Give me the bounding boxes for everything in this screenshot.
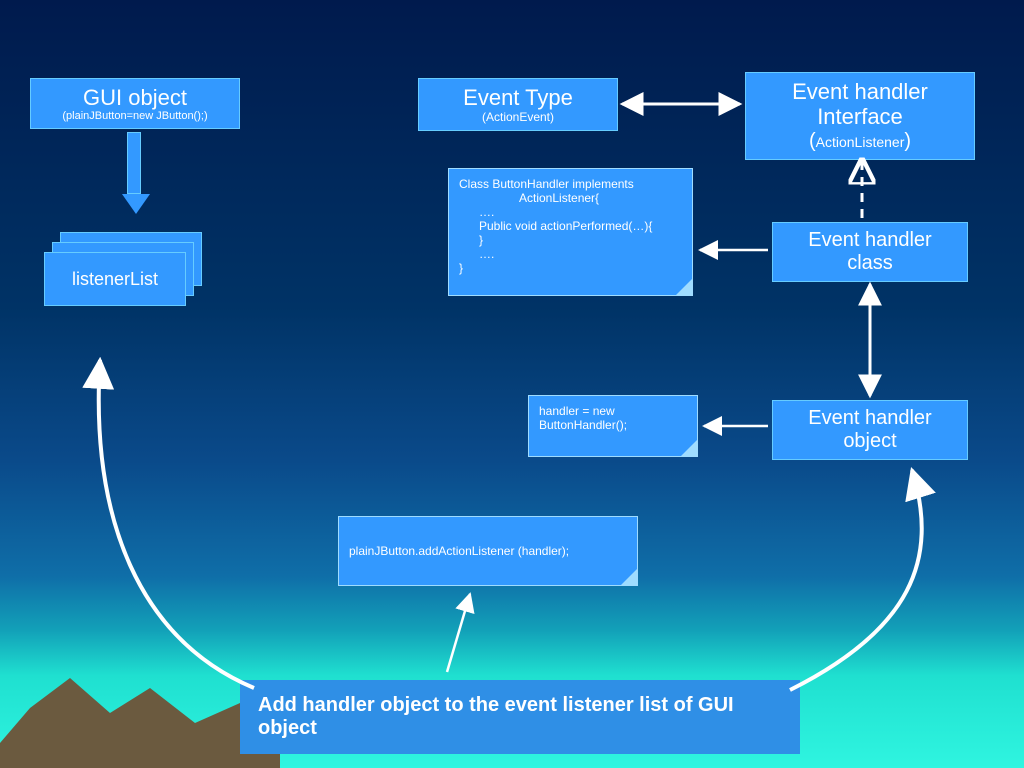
gui-object-subtitle: (plainJButton=new JButton();) xyxy=(39,110,231,122)
listenerlist-card-front: listenerList xyxy=(44,252,186,306)
code-line: } xyxy=(459,261,682,275)
arrow-gui-to-listenerlist xyxy=(122,132,146,214)
curve-arrow-to-listenerlist xyxy=(99,360,254,688)
event-handler-interface-line1: Event handler xyxy=(754,79,966,104)
code-line: …. xyxy=(459,205,682,219)
code-line: Class ButtonHandler implements xyxy=(459,177,682,191)
event-handler-class-line2: class xyxy=(781,252,959,275)
event-handler-class-line1: Event handler xyxy=(781,229,959,252)
event-handler-interface-line2: Interface xyxy=(754,104,966,129)
event-handler-interface-subtitle: (ActionListener) xyxy=(754,130,966,153)
event-handler-object-box: Event handler object xyxy=(772,400,968,460)
event-handler-interface-box: Event handler Interface (ActionListener) xyxy=(745,72,975,160)
code-line: ButtonHandler(); xyxy=(539,418,687,432)
event-type-subtitle: (ActionEvent) xyxy=(427,110,609,124)
gui-object-box: GUI object (plainJButton=new JButton();) xyxy=(30,78,240,129)
code-line: ActionListener{ xyxy=(459,191,682,205)
event-type-box: Event Type (ActionEvent) xyxy=(418,78,618,131)
code-line: handler = new xyxy=(539,404,687,418)
code-line: plainJButton.addActionListener (handler)… xyxy=(349,544,569,558)
event-handler-object-line2: object xyxy=(781,430,959,453)
mountain-decoration xyxy=(0,648,280,768)
paren-close: ) xyxy=(904,130,911,152)
diagram-stage: GUI object (plainJButton=new JButton();)… xyxy=(0,0,1024,768)
event-type-title: Event Type xyxy=(427,85,609,110)
add-listener-code-note: plainJButton.addActionListener (handler)… xyxy=(338,516,638,586)
code-line: …. xyxy=(459,247,682,261)
listenerlist-label: listenerList xyxy=(72,269,158,290)
paren-open: ( xyxy=(809,130,816,152)
curve-arrow-to-handlerobject xyxy=(790,470,922,690)
arrow-banner-to-addnote xyxy=(447,594,470,672)
gui-object-title: GUI object xyxy=(39,85,231,110)
interface-name: ActionListener xyxy=(816,134,905,150)
event-handler-class-box: Event handler class xyxy=(772,222,968,282)
handler-object-code-note: handler = new ButtonHandler(); xyxy=(528,395,698,457)
code-line: } xyxy=(459,233,682,247)
summary-banner-text: Add handler object to the event listener… xyxy=(258,694,734,739)
code-line: Public void actionPerformed(…){ xyxy=(459,219,682,233)
handler-class-code-note: Class ButtonHandler implements ActionLis… xyxy=(448,168,693,296)
summary-banner: Add handler object to the event listener… xyxy=(240,680,800,754)
event-handler-object-line1: Event handler xyxy=(781,407,959,430)
